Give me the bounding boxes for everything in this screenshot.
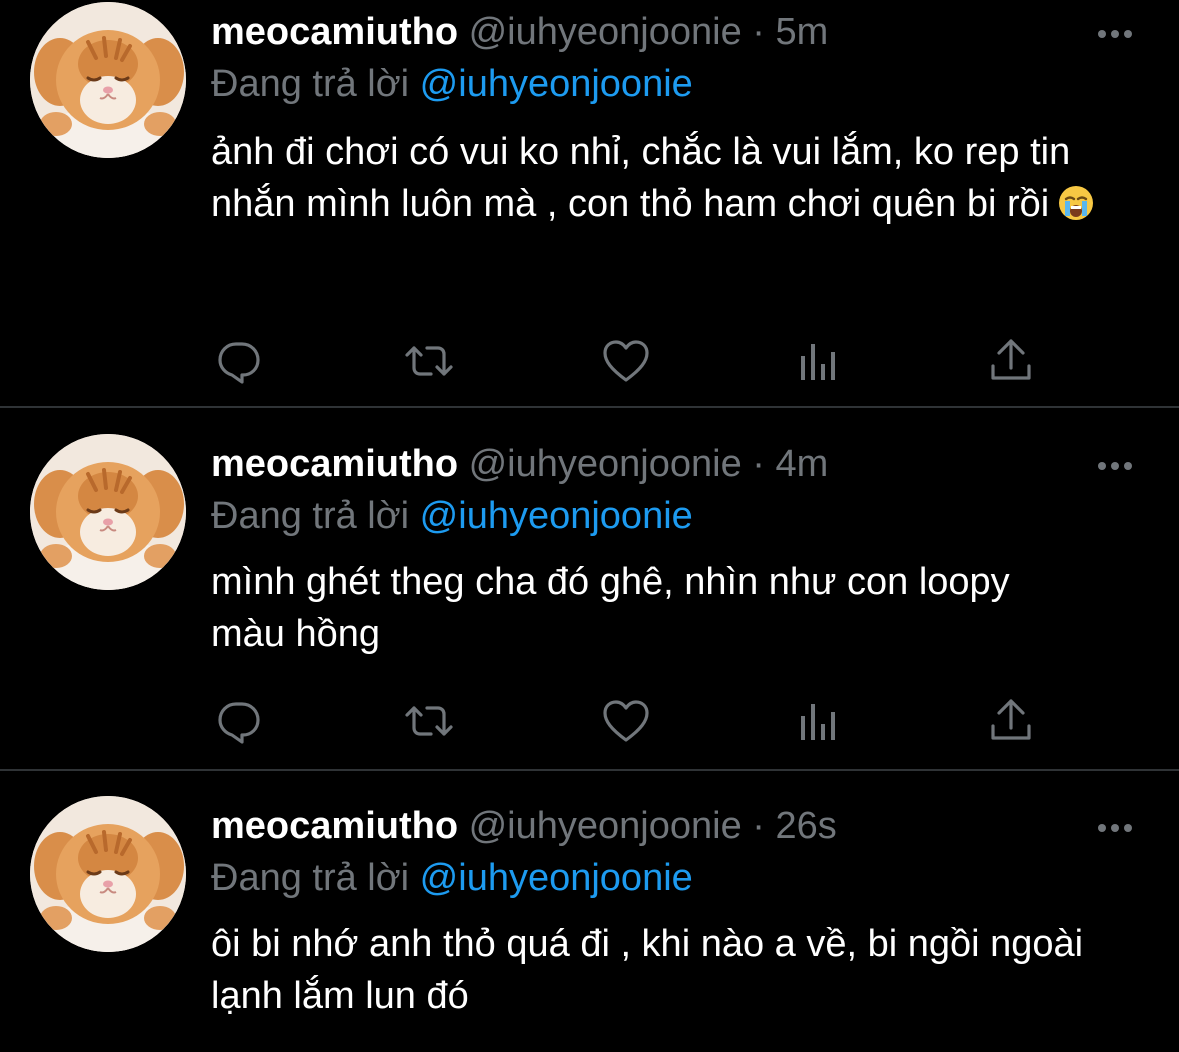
replying-label: Đang trả lời [211, 63, 410, 105]
tweet-text: ảnh đi chơi có vui ko nhỉ, chắc là vui l… [211, 126, 1111, 236]
tweet-actions [214, 696, 1044, 746]
replying-to: Đang trả lời @iuhyeonjoonie [211, 60, 693, 108]
timestamp[interactable]: 4m [776, 443, 829, 485]
reply-icon[interactable] [214, 336, 264, 386]
replying-mention[interactable]: @iuhyeonjoonie [420, 63, 693, 105]
more-options-icon[interactable] [1090, 816, 1140, 840]
tweet-text-content: mình ghét theg cha đó ghê, nhìn như con … [211, 561, 1010, 655]
reply-icon[interactable] [214, 696, 264, 746]
tweet-text-content: ôi bi nhớ anh thỏ quá đi , khi nào a về,… [211, 923, 1084, 1017]
display-name[interactable]: meocamiutho [211, 805, 458, 847]
tweet[interactable]: meocamiutho @iuhyeonjoonie · 26s Đang tr… [0, 796, 1179, 1052]
separator: · [752, 11, 765, 53]
user-handle[interactable]: @iuhyeonjoonie [469, 11, 742, 53]
analytics-icon[interactable] [794, 696, 844, 746]
like-icon[interactable] [601, 336, 651, 386]
share-icon[interactable] [986, 336, 1036, 386]
replying-to: Đang trả lời @iuhyeonjoonie [211, 854, 693, 902]
analytics-icon[interactable] [794, 336, 844, 386]
tweet-divider [0, 406, 1179, 408]
replying-mention[interactable]: @iuhyeonjoonie [420, 857, 693, 899]
retweet-icon[interactable] [404, 336, 454, 386]
display-name[interactable]: meocamiutho [211, 443, 458, 485]
user-handle[interactable]: @iuhyeonjoonie [469, 805, 742, 847]
replying-mention[interactable]: @iuhyeonjoonie [420, 495, 693, 537]
like-icon[interactable] [601, 696, 651, 746]
separator: · [752, 443, 765, 485]
avatar[interactable] [30, 796, 186, 952]
display-name[interactable]: meocamiutho [211, 11, 458, 53]
tweet-divider [0, 769, 1179, 771]
tweet[interactable]: meocamiutho @iuhyeonjoonie · 5m Đang trả… [0, 2, 1179, 402]
loudly-crying-face-emoji [1057, 184, 1095, 236]
replying-label: Đang trả lời [211, 857, 410, 899]
more-options-icon[interactable] [1090, 454, 1140, 478]
avatar[interactable] [30, 2, 186, 158]
separator: · [752, 805, 765, 847]
tweet[interactable]: meocamiutho @iuhyeonjoonie · 4m Đang trả… [0, 434, 1179, 764]
share-icon[interactable] [986, 696, 1036, 746]
retweet-icon[interactable] [404, 696, 454, 746]
tweet-header: meocamiutho @iuhyeonjoonie · 4m [211, 440, 828, 488]
tweet-text-content: ảnh đi chơi có vui ko nhỉ, chắc là vui l… [211, 131, 1071, 225]
tweet-text: mình ghét theg cha đó ghê, nhìn như con … [211, 556, 1071, 660]
timestamp[interactable]: 5m [776, 11, 829, 53]
timestamp[interactable]: 26s [776, 805, 837, 847]
tweet-header: meocamiutho @iuhyeonjoonie · 26s [211, 802, 837, 850]
tweet-actions [214, 336, 1044, 386]
replying-to: Đang trả lời @iuhyeonjoonie [211, 492, 693, 540]
more-options-icon[interactable] [1090, 22, 1140, 46]
replying-label: Đang trả lời [211, 495, 410, 537]
user-handle[interactable]: @iuhyeonjoonie [469, 443, 742, 485]
tweet-header: meocamiutho @iuhyeonjoonie · 5m [211, 8, 828, 56]
avatar[interactable] [30, 434, 186, 590]
tweet-text: ôi bi nhớ anh thỏ quá đi , khi nào a về,… [211, 918, 1131, 1022]
